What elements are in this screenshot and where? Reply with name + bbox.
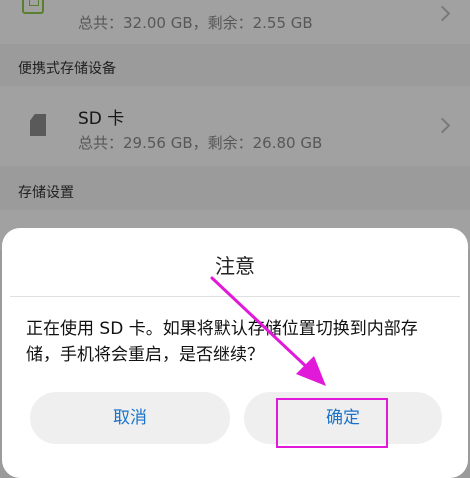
confirm-dialog: 注意 正在使用 SD 卡。如果将默认存储位置切换到内部存储，手机将会重启，是否继…: [2, 228, 468, 478]
dialog-divider: [10, 296, 460, 297]
annotation-highlight-box: [276, 398, 388, 448]
dialog-title: 注意: [215, 254, 255, 278]
cancel-button[interactable]: 取消: [30, 392, 230, 444]
dialog-message: 正在使用 SD 卡。如果将默认存储位置切换到内部存储，手机将会重启，是否继续？: [26, 319, 418, 365]
